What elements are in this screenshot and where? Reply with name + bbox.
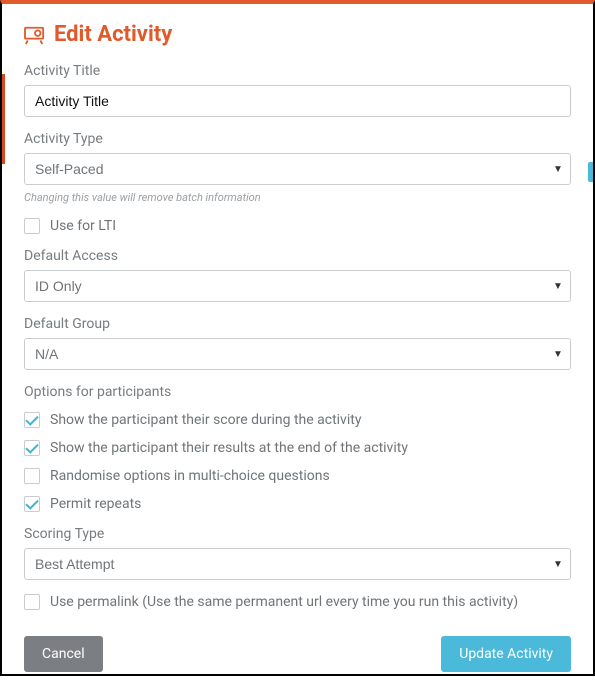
use-for-lti-label: Use for LTI [50,218,116,234]
opt-show-results-label: Show the participant their results at th… [50,440,408,456]
scoring-type-select-wrap: Best Attempt ▼ [24,548,571,580]
activity-type-select[interactable]: Self-Paced [24,153,571,185]
opt-randomise-label: Randomise options in multi-choice questi… [50,468,330,484]
activity-type-helper: Changing this value will remove batch in… [24,191,571,204]
left-edge-accent [2,74,5,164]
use-permalink-row[interactable]: Use permalink (Use the same permanent ur… [24,594,571,610]
opt-show-score-row[interactable]: Show the participant their score during … [24,412,571,428]
opt-show-results-checkbox[interactable] [24,440,40,456]
activity-title-input[interactable] [24,85,571,117]
modal-footer: Cancel Update Activity [24,636,571,672]
scoring-type-select[interactable]: Best Attempt [24,548,571,580]
opt-show-score-checkbox[interactable] [24,412,40,428]
use-permalink-checkbox[interactable] [24,594,40,610]
use-for-lti-row[interactable]: Use for LTI [24,218,571,234]
projector-icon [24,25,46,45]
options-section: Show the participant their score during … [24,412,571,512]
default-group-select-wrap: N/A ▼ [24,338,571,370]
default-group-label: Default Group [24,316,571,332]
default-access-select-wrap: ID Only ▼ [24,270,571,302]
opt-randomise-checkbox[interactable] [24,468,40,484]
scoring-type-label: Scoring Type [24,526,571,542]
use-permalink-label: Use permalink (Use the same permanent ur… [50,594,518,610]
update-activity-button[interactable]: Update Activity [441,636,571,672]
opt-randomise-row[interactable]: Randomise options in multi-choice questi… [24,468,571,484]
default-access-select[interactable]: ID Only [24,270,571,302]
activity-title-label: Activity Title [24,63,571,79]
opt-show-score-label: Show the participant their score during … [50,412,361,428]
modal-title: Edit Activity [54,22,172,47]
use-for-lti-checkbox[interactable] [24,218,40,234]
opt-permit-repeats-row[interactable]: Permit repeats [24,496,571,512]
default-access-label: Default Access [24,248,571,264]
edit-activity-modal: Edit Activity Activity Title Activity Ty… [2,4,593,696]
activity-type-select-wrap: Self-Paced ▼ [24,153,571,185]
cancel-button[interactable]: Cancel [24,636,103,672]
modal-header: Edit Activity [24,22,571,47]
opt-show-results-row[interactable]: Show the participant their results at th… [24,440,571,456]
default-group-select[interactable]: N/A [24,338,571,370]
opt-permit-repeats-label: Permit repeats [50,496,141,512]
options-label: Options for participants [24,384,571,400]
activity-type-label: Activity Type [24,131,571,147]
scroll-indicator [588,162,593,182]
opt-permit-repeats-checkbox[interactable] [24,496,40,512]
